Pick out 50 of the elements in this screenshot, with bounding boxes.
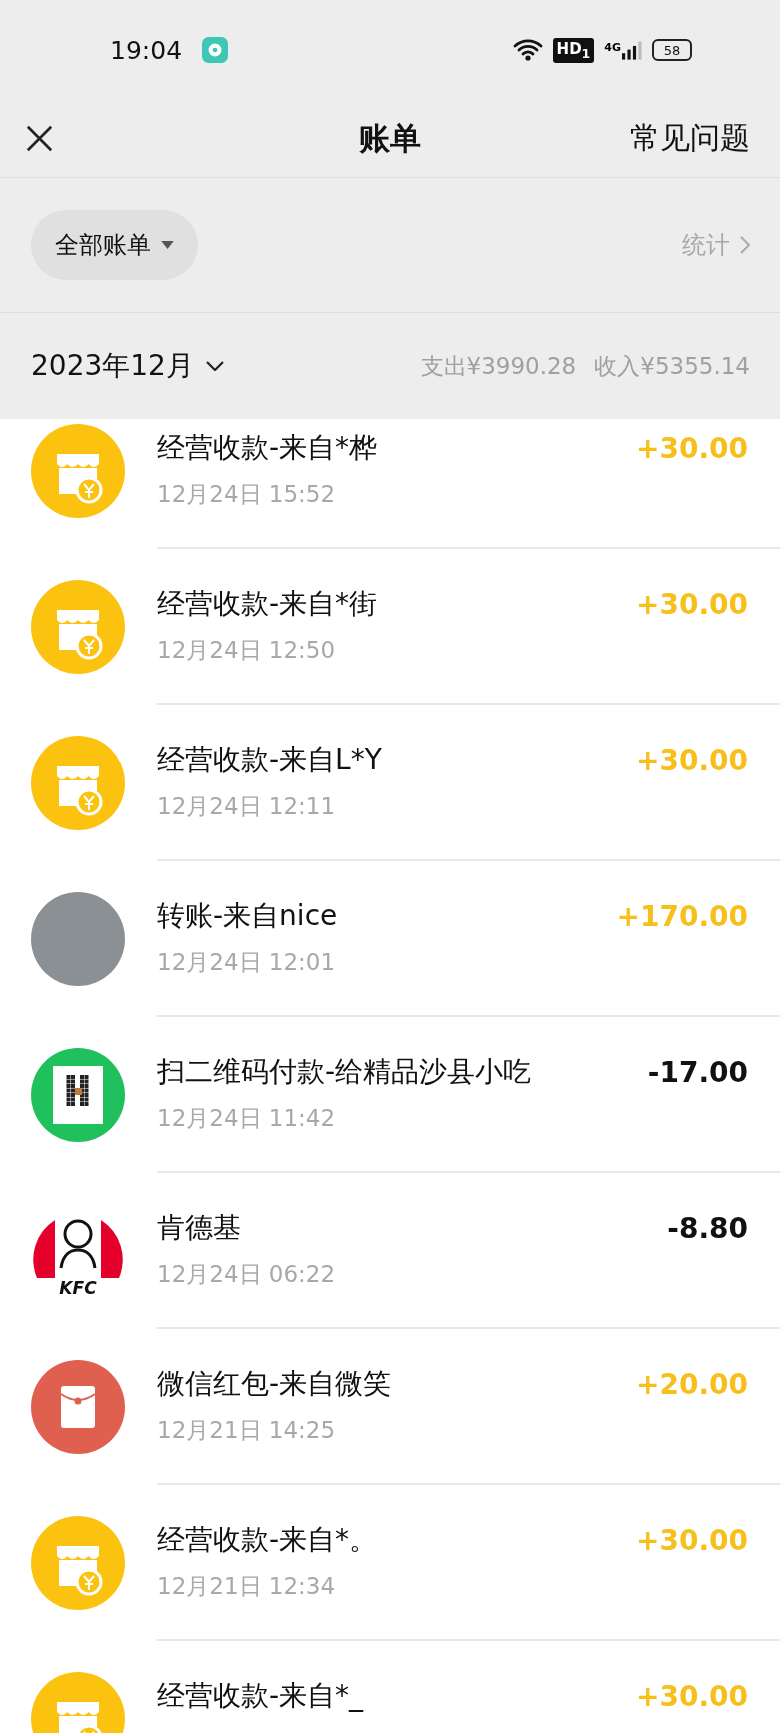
- kfc-logo-drawing: KFC: [31, 1204, 125, 1298]
- transaction-time: 12月21日 14:25: [157, 1416, 337, 1445]
- shop-coin-icon: [31, 580, 125, 674]
- wifi-icon: [512, 38, 543, 62]
- chevron-right-icon: [740, 236, 750, 254]
- transaction-amount: +30.00: [635, 587, 748, 621]
- transaction-title: 扫二维码付款-给精品沙县小吃: [157, 1054, 532, 1090]
- transaction-title: 经营收款-来自*_: [157, 1678, 364, 1714]
- transaction-time: 12月24日 15:52: [157, 480, 337, 509]
- transaction-time: 12月24日 06:22: [157, 1260, 337, 1289]
- transaction-amount: +170.00: [616, 899, 748, 933]
- network-label: 4G: [604, 40, 621, 54]
- app-notification-icon: [202, 37, 229, 63]
- hd-badge: HD$_{1}$: [552, 37, 595, 63]
- transaction-time: 12月24日 12:11: [157, 792, 337, 821]
- qr-code-icon: [31, 1048, 125, 1142]
- transaction-time: 12月24日 11:42: [157, 1104, 337, 1133]
- status-time: 19:04: [110, 35, 183, 65]
- envelope-icon: [31, 1360, 125, 1454]
- transaction-amount: +30.00: [635, 1679, 748, 1713]
- transaction-title: 转账-来自nice: [157, 898, 338, 934]
- transaction-title: 经营收款-来自*桦: [157, 430, 378, 466]
- close-icon[interactable]: [26, 125, 53, 152]
- transaction-amount: +30.00: [635, 1523, 748, 1557]
- transaction-title: 经营收款-来自L*Y: [157, 742, 382, 778]
- transaction-title: 肯德基: [157, 1210, 241, 1246]
- bill-type-dropdown[interactable]: 全部账单: [31, 210, 198, 280]
- transaction-amount: +30.00: [635, 743, 748, 777]
- dropdown-triangle-icon: [161, 241, 174, 249]
- transaction-amount: +30.00: [635, 431, 748, 465]
- chevron-down-icon: [205, 361, 224, 371]
- transaction-amount: +20.00: [635, 1367, 748, 1401]
- faq-link[interactable]: 常见问题: [630, 118, 750, 159]
- income-total: 收入¥5355.14: [594, 351, 750, 381]
- shop-coin-icon: [31, 736, 125, 830]
- transaction-title: 经营收款-来自*。: [157, 1522, 378, 1558]
- page-title: 账单: [359, 118, 421, 158]
- transaction-title: 经营收款-来自*街: [157, 586, 378, 622]
- shop-coin-icon: [31, 424, 125, 518]
- month-selector[interactable]: 2023年12月: [31, 347, 224, 385]
- shop-coin-icon: [31, 1516, 125, 1610]
- signal-icon: [622, 40, 642, 60]
- expense-total: 支出¥3990.28: [420, 351, 577, 381]
- transaction-time: 12月21日 12:34: [157, 1572, 337, 1601]
- transaction-title: 微信红包-来自微笑: [157, 1366, 392, 1402]
- transaction-amount: -8.80: [667, 1211, 748, 1245]
- transaction-amount: -17.00: [647, 1055, 748, 1089]
- battery-icon: 58: [652, 39, 692, 61]
- transaction-time: 12月24日 12:01: [157, 948, 337, 977]
- transaction-time: 12月24日 12:50: [157, 636, 337, 665]
